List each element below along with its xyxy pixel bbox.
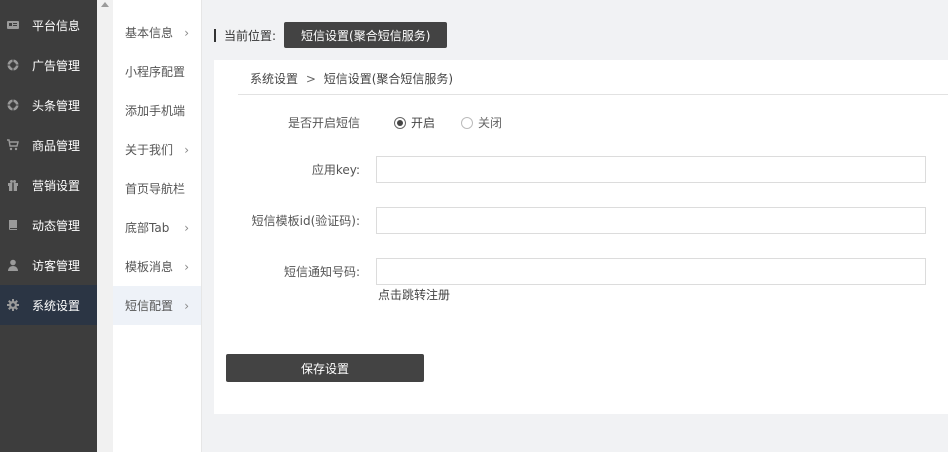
submenu-item-label: 首页导航栏 xyxy=(125,182,186,196)
notify-number-input[interactable] xyxy=(376,258,926,285)
globe-icon xyxy=(6,58,20,72)
sidebar-item-system-settings[interactable]: 系统设置 xyxy=(0,285,97,325)
divider xyxy=(238,94,948,95)
submenu-item-basic-info[interactable]: 基本信息 › xyxy=(113,13,201,52)
submenu-item-add-mobile[interactable]: 添加手机端 xyxy=(113,91,201,130)
submenu-scrollbar[interactable] xyxy=(97,0,113,452)
sidebar-item-label: 商品管理 xyxy=(32,138,81,153)
radio-on-label: 开启 xyxy=(411,116,436,130)
submenu-item-label: 底部Tab xyxy=(125,221,170,235)
radio-off[interactable]: 关闭 xyxy=(461,114,502,131)
id-card-icon xyxy=(6,18,20,32)
sidebar-item-label: 动态管理 xyxy=(32,218,81,233)
submenu-item-sms-config[interactable]: 短信配置 › xyxy=(113,286,201,325)
notify-number-label: 短信通知号码: xyxy=(283,265,360,279)
app-key-row: 应用key: xyxy=(214,156,926,183)
register-link[interactable]: 点击跳转注册 xyxy=(378,286,450,303)
breadcrumb: 系统设置 > 短信设置(聚合短信服务) xyxy=(250,70,453,87)
template-id-input[interactable] xyxy=(376,207,926,234)
sidebar-item-label: 营销设置 xyxy=(32,178,81,193)
chevron-right-icon: › xyxy=(184,298,189,313)
submenu-item-label: 模板消息 xyxy=(125,260,174,274)
cart-icon xyxy=(6,138,20,152)
submenu-item-bottom-tab[interactable]: 底部Tab › xyxy=(113,208,201,247)
sidebar-item-label: 平台信息 xyxy=(32,18,81,33)
enable-sms-radio-group: 开启 关闭 xyxy=(394,114,528,131)
sidebar-item-marketing[interactable]: 营销设置 xyxy=(0,165,97,205)
submenu-item-template-msg[interactable]: 模板消息 › xyxy=(113,247,201,286)
submenu-item-label: 添加手机端 xyxy=(125,104,186,118)
sidebar-item-ads[interactable]: 广告管理 xyxy=(0,45,97,85)
sidebar-item-dynamics[interactable]: 动态管理 xyxy=(0,205,97,245)
enable-sms-label: 是否开启短信 xyxy=(287,116,360,130)
chevron-right-icon: › xyxy=(184,25,189,40)
breadcrumb-separator: > xyxy=(305,72,316,86)
chevron-right-icon: › xyxy=(184,220,189,235)
radio-off-label: 关闭 xyxy=(478,116,503,130)
radio-unselected-icon[interactable] xyxy=(461,116,474,129)
submenu-item-miniprogram-config[interactable]: 小程序配置 xyxy=(113,52,201,91)
enable-sms-row: 是否开启短信 开启 关闭 xyxy=(214,114,528,131)
save-settings-button[interactable]: 保存设置 xyxy=(226,354,424,382)
sidebar-item-label: 头条管理 xyxy=(32,98,81,113)
radio-selected-icon[interactable] xyxy=(394,116,406,129)
chevron-right-icon: › xyxy=(184,259,189,274)
sidebar-item-visitors[interactable]: 访客管理 xyxy=(0,245,97,285)
sidebar-item-platform-info[interactable]: 平台信息 xyxy=(0,5,97,45)
template-id-label: 短信模板id(验证码): xyxy=(251,214,360,228)
submenu-item-label: 基本信息 xyxy=(125,26,174,40)
sidebar-item-label: 系统设置 xyxy=(32,298,81,313)
scroll-up-arrow-icon[interactable] xyxy=(101,2,109,7)
chevron-right-icon: › xyxy=(184,142,189,157)
location-bar: 当前位置: 短信设置(聚合短信服务) xyxy=(214,22,448,48)
breadcrumb-current: 短信设置(聚合短信服务) xyxy=(323,72,454,86)
sidebar-item-label: 访客管理 xyxy=(32,258,81,273)
main-sidebar: 平台信息 广告管理 头条管理 商品管理 营销设置 动态管理 访客管理 系统设置 xyxy=(0,0,97,452)
sidebar-item-headlines[interactable]: 头条管理 xyxy=(0,85,97,125)
submenu-item-home-nav[interactable]: 首页导航栏 xyxy=(113,169,201,208)
submenu-item-label: 关于我们 xyxy=(125,143,174,157)
gear-icon xyxy=(6,298,20,312)
main-content: 当前位置: 短信设置(聚合短信服务) 系统设置 > 短信设置(聚合短信服务) 是… xyxy=(202,0,948,452)
submenu-item-about-us[interactable]: 关于我们 › xyxy=(113,130,201,169)
current-location-button[interactable]: 短信设置(聚合短信服务) xyxy=(284,22,448,48)
submenu-item-label: 短信配置 xyxy=(125,299,174,313)
book-icon xyxy=(6,218,20,232)
template-id-row: 短信模板id(验证码): xyxy=(214,207,926,234)
app-key-input[interactable] xyxy=(376,156,926,183)
location-marker xyxy=(214,28,216,42)
sidebar-item-label: 广告管理 xyxy=(32,58,81,73)
gift-icon xyxy=(6,178,20,192)
sidebar-item-products[interactable]: 商品管理 xyxy=(0,125,97,165)
app-key-label: 应用key: xyxy=(311,163,360,177)
radio-on[interactable]: 开启 xyxy=(394,114,435,131)
settings-panel: 系统设置 > 短信设置(聚合短信服务) 是否开启短信 开启 关闭 应用key: xyxy=(214,60,948,414)
location-label: 当前位置: xyxy=(224,28,277,43)
globe-icon xyxy=(6,98,20,112)
user-icon xyxy=(6,258,20,272)
submenu: 基本信息 › 小程序配置 添加手机端 关于我们 › 首页导航栏 底部Tab › … xyxy=(113,0,202,452)
breadcrumb-root[interactable]: 系统设置 xyxy=(250,72,298,86)
submenu-item-label: 小程序配置 xyxy=(125,65,186,79)
notify-number-row: 短信通知号码: xyxy=(214,258,926,285)
